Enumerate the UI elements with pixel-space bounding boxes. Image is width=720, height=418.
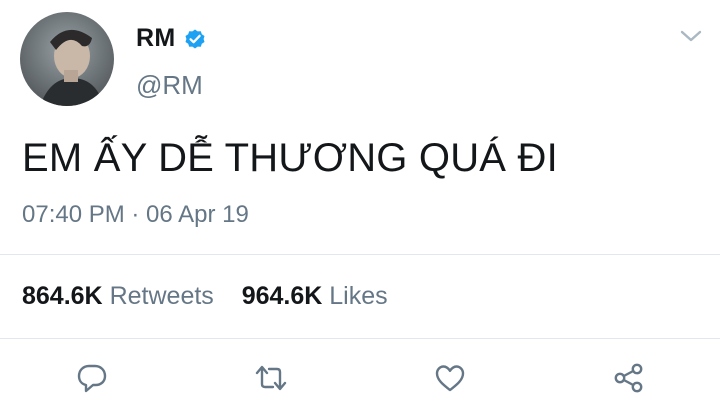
- chevron-down-icon[interactable]: [678, 26, 704, 46]
- likes-stat[interactable]: 964.6K Likes: [242, 282, 388, 310]
- avatar-image: [20, 12, 114, 106]
- retweets-label: Retweets: [109, 282, 214, 310]
- reply-icon: [77, 364, 107, 393]
- divider: [0, 338, 720, 339]
- retweets-count: 864.6K: [22, 282, 103, 310]
- verified-badge-icon: [183, 27, 207, 51]
- divider: [0, 254, 720, 255]
- retweet-icon: [255, 365, 287, 391]
- share-icon: [614, 363, 643, 393]
- like-button[interactable]: [432, 360, 468, 396]
- heart-icon: [435, 365, 465, 392]
- likes-label: Likes: [329, 282, 388, 310]
- display-name[interactable]: RM: [136, 24, 175, 53]
- retweets-stat[interactable]: 864.6K Retweets: [22, 282, 221, 310]
- user-handle[interactable]: @RM: [136, 70, 203, 101]
- tweet-text: EM ẤY DỄ THƯƠNG QUÁ ĐI: [22, 136, 558, 180]
- likes-count: 964.6K: [241, 282, 323, 310]
- reply-button[interactable]: [74, 360, 110, 396]
- avatar[interactable]: [20, 12, 114, 106]
- retweet-button[interactable]: [253, 360, 289, 396]
- share-button[interactable]: [611, 360, 647, 396]
- tweet-stats: 864.6K Retweets 964.6K Likes: [22, 282, 388, 311]
- tweet-timestamp[interactable]: 07:40 PM · 06 Apr 19: [22, 201, 249, 229]
